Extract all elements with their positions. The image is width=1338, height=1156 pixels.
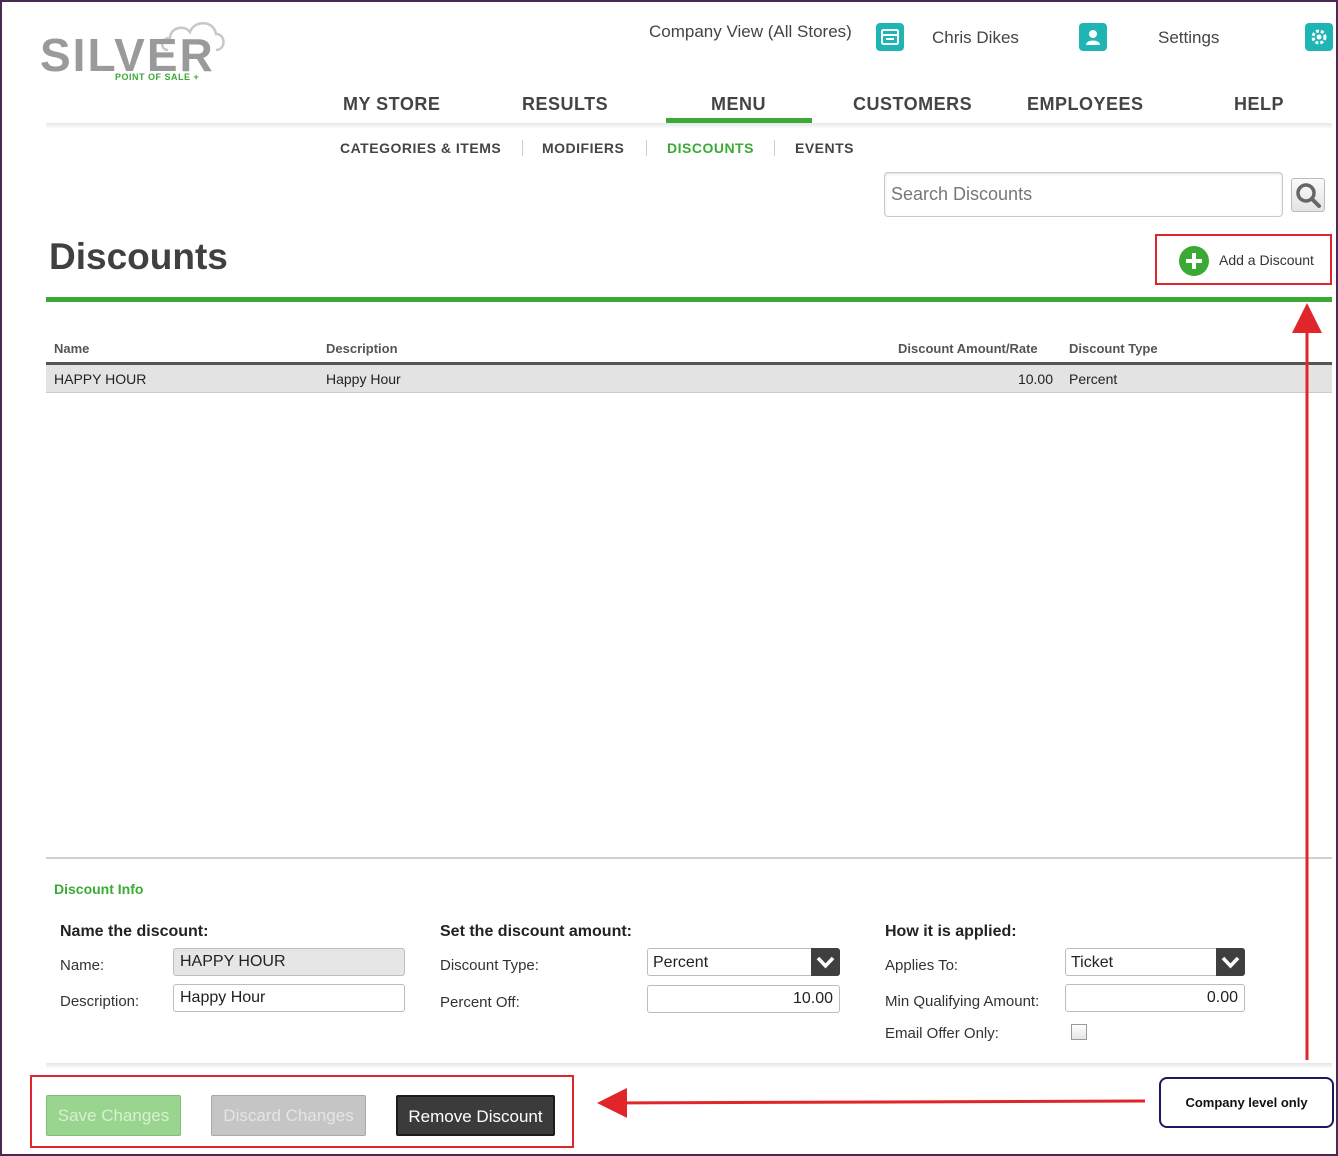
annotation-arrows [597,303,1322,1118]
arrow-to-buttons [597,1087,1146,1118]
annotation-callout: Company level only [1159,1077,1334,1128]
